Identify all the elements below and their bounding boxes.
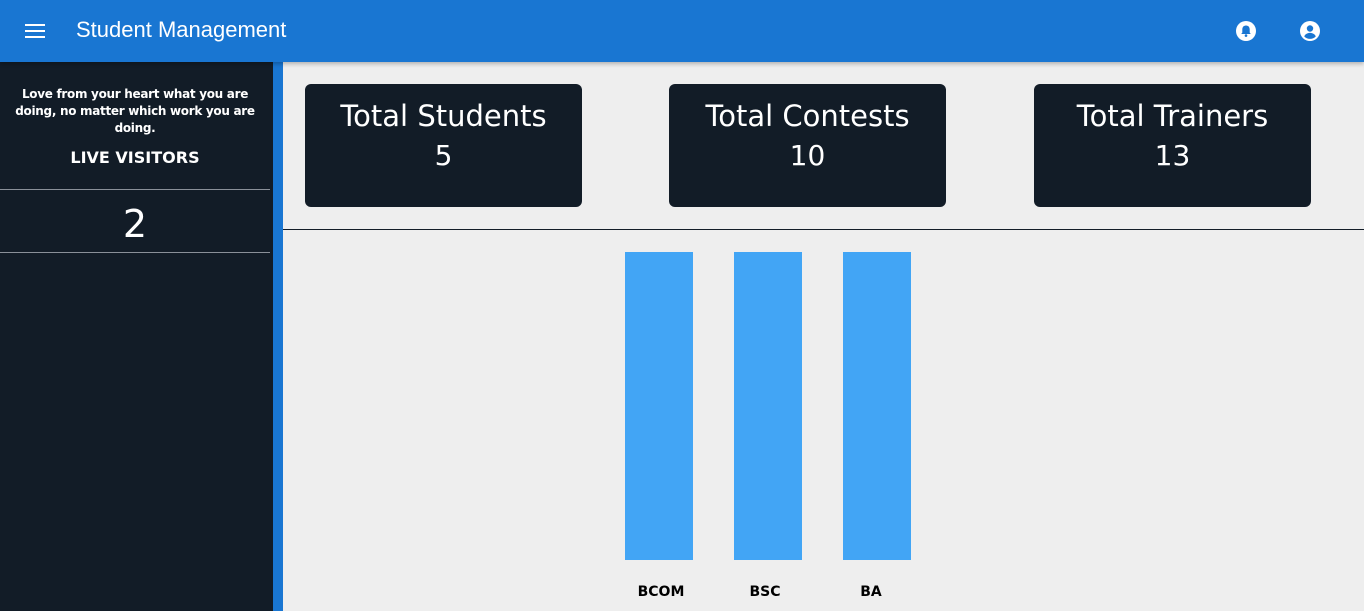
app-bar: Student Management xyxy=(0,0,1364,62)
divider xyxy=(0,189,270,190)
total-contests-card: Total Contests 10 xyxy=(669,84,946,207)
sidebar: Love from your heart what you are doing,… xyxy=(0,62,273,611)
stat-value: 5 xyxy=(434,139,453,172)
stat-value: 13 xyxy=(1154,139,1191,172)
notifications-button[interactable] xyxy=(1224,9,1268,53)
stat-label: Total Contests xyxy=(705,99,910,133)
stat-value: 10 xyxy=(789,139,826,172)
live-visitors-count: 2 xyxy=(122,202,148,246)
chart-bar xyxy=(625,252,693,560)
total-trainers-card: Total Trainers 13 xyxy=(1034,84,1311,207)
account-circle-icon xyxy=(1300,21,1320,41)
account-button[interactable] xyxy=(1288,9,1332,53)
divider xyxy=(0,252,270,253)
sidebar-border xyxy=(273,62,283,611)
course-bar-chart: BCOM BSC BA xyxy=(283,230,1364,611)
app-title: Student Management xyxy=(76,17,287,42)
stat-label: Total Students xyxy=(340,99,547,133)
total-students-card: Total Students 5 xyxy=(305,84,582,207)
menu-button[interactable] xyxy=(14,9,58,53)
bell-icon xyxy=(1236,21,1256,41)
motivational-quote: Love from your heart what you are doing,… xyxy=(15,87,255,135)
live-visitors-title: LIVE VISITORS xyxy=(70,148,200,167)
chart-category-label: BSC xyxy=(749,584,781,600)
chart-category-label: BA xyxy=(860,584,882,600)
chart-category-label: BCOM xyxy=(637,584,685,600)
menu-icon xyxy=(25,24,45,38)
stat-label: Total Trainers xyxy=(1076,99,1269,133)
chart-bar xyxy=(843,252,911,560)
chart-bar xyxy=(734,252,802,560)
